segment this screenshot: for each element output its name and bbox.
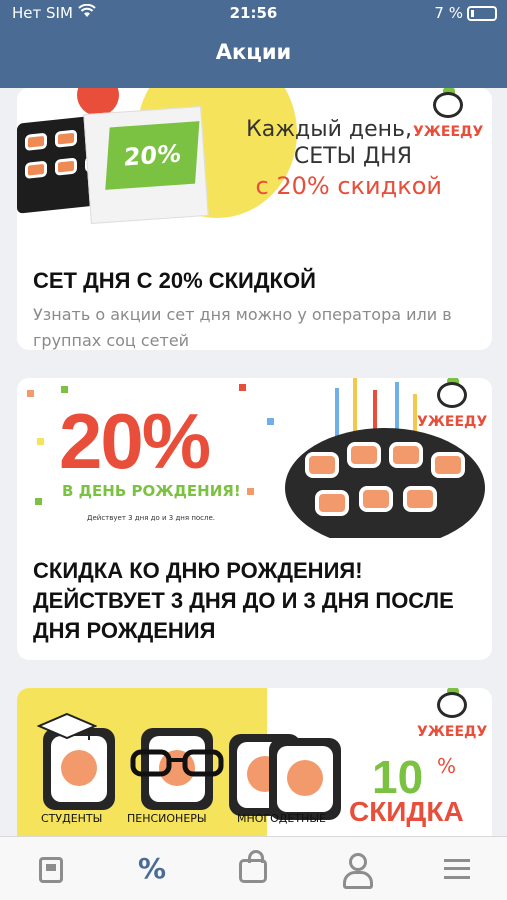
promo-banner: 20% Каждый день, СЕТЫ ДНЯ с 20% скидкой … (17, 88, 492, 248)
news-icon (39, 857, 63, 883)
promotions-list[interactable]: 20% Каждый день, СЕТЫ ДНЯ с 20% скидкой … (0, 88, 507, 836)
promo-description: Узнать о акции сет дня можно у оператора… (33, 305, 452, 350)
promo-banner: СТУДЕНТЫ ПЕНСИОНЕРЫ МНОГОДЕТНЫЕ 10 % СКИ… (17, 688, 492, 836)
tab-promotions[interactable]: % (132, 849, 172, 889)
banner-line-1: Каждый день, (246, 117, 412, 142)
discount-word: СКИДКА (349, 796, 464, 827)
tab-profile[interactable] (335, 849, 375, 889)
banner-line-3: с 20% скидкой (255, 172, 442, 200)
tab-bar: % (0, 836, 507, 900)
shopping-bag-icon (239, 850, 267, 883)
discount-percent: % (437, 754, 457, 778)
label-large-families: МНОГОДЕТНЫЕ (237, 812, 326, 825)
menu-icon (444, 859, 470, 879)
label-students: СТУДЕНТЫ (41, 812, 103, 825)
sushi-roll-family-image (269, 738, 341, 820)
birthday-fine-print: Действует 3 дня до и 3 дня после. (87, 514, 216, 522)
sushi-cake-image (285, 428, 485, 538)
graduation-cap-icon (37, 712, 97, 740)
battery-percent: 7 % (434, 4, 463, 22)
promo-card-birthday[interactable]: 20% В ДЕНЬ РОЖДЕНИЯ! Действует 3 дня до … (17, 378, 492, 660)
tab-menu[interactable] (436, 849, 476, 889)
brand-logo: УЖЕЕДУ (417, 378, 488, 442)
promo-title: СКИДКА КО ДНЮ РОЖДЕНИЯ! ДЕЙСТВУЕТ 3 ДНЯ … (33, 558, 454, 643)
birthday-subtitle: В ДЕНЬ РОЖДЕНИЯ! (62, 482, 241, 500)
promo-card-social[interactable]: СТУДЕНТЫ ПЕНСИОНЕРЫ МНОГОДЕТНЫЕ 10 % СКИ… (17, 688, 492, 836)
status-bar: Нет SIM 21:56 7 % (0, 0, 507, 28)
tab-cart[interactable] (233, 849, 273, 889)
banner-line-2: СЕТЫ ДНЯ (293, 144, 412, 169)
brand-logo: УЖЕЕДУ (417, 688, 488, 752)
logo-text: УЖЕЕДУ (417, 724, 488, 740)
promo-title: СЕТ ДНЯ С 20% СКИДКОЙ (33, 268, 316, 293)
glasses-icon (130, 749, 224, 777)
calendar-image: 20% (83, 106, 209, 224)
page-title: Акции (215, 40, 292, 64)
promo-card-daily-set[interactable]: 20% Каждый день, СЕТЫ ДНЯ с 20% скидкой … (17, 88, 492, 350)
battery-icon (467, 6, 497, 21)
percent-icon: % (137, 852, 167, 885)
profile-icon (343, 853, 373, 889)
clock: 21:56 (229, 4, 278, 22)
top-bar: Нет SIM 21:56 7 % Акции (0, 0, 507, 88)
calendar-percent: 20% (105, 121, 200, 190)
logo-text: УЖЕЕДУ (413, 124, 484, 140)
label-pensioners: ПЕНСИОНЕРЫ (127, 812, 207, 825)
tab-news[interactable] (31, 849, 71, 889)
brand-logo: УЖЕЕДУ (413, 88, 484, 152)
promo-banner: 20% В ДЕНЬ РОЖДЕНИЯ! Действует 3 дня до … (17, 378, 492, 538)
birthday-percent: 20% (59, 397, 211, 485)
logo-text: УЖЕЕДУ (417, 414, 488, 430)
